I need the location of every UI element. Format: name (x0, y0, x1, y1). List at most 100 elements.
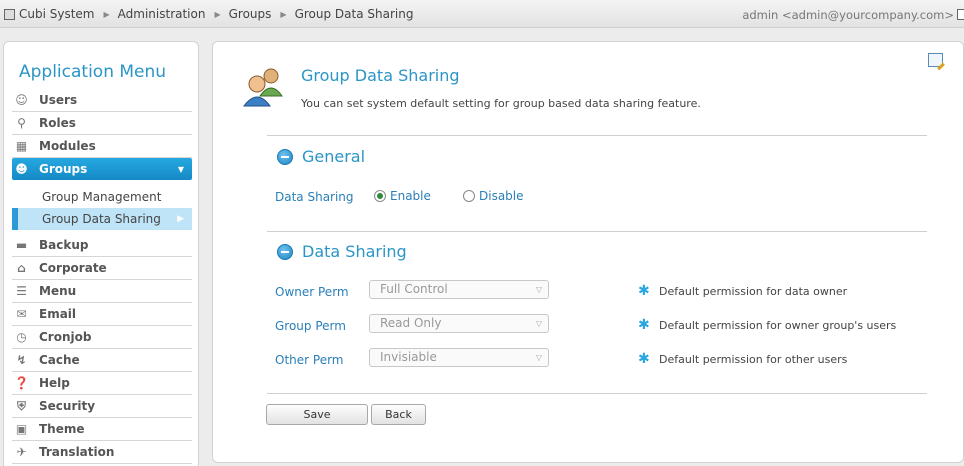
sidebar-item-label: Translation (39, 445, 115, 459)
breadcrumb-item[interactable]: Administration (118, 7, 206, 21)
key-icon: ⚲ (17, 116, 26, 130)
sidebar-item-label: Roles (39, 116, 76, 130)
radio-label: Enable (390, 189, 431, 203)
menu-icon: ☰ (16, 284, 27, 298)
divider (267, 393, 927, 394)
sidebar-item-label: Security (39, 399, 96, 413)
radio-checked-icon[interactable] (374, 190, 386, 202)
groups-icon: ☻ (15, 162, 28, 176)
group-perm-select[interactable]: Read Only ▽ (369, 314, 549, 333)
other-perm-label: Other Perm (275, 353, 344, 367)
sidebar-item-corporate[interactable]: ⌂ Corporate (12, 257, 192, 280)
chevron-down-icon: ▼ (177, 164, 184, 174)
backup-icon: ▬ (15, 238, 28, 252)
corporate-icon: ⌂ (17, 261, 26, 275)
sidebar-item-theme[interactable]: ▣ Theme (12, 418, 192, 441)
back-button[interactable]: Back (371, 404, 426, 425)
sidebar-item-menu[interactable]: ☰ Menu (12, 280, 192, 303)
sidebar-item-label: Email (39, 307, 77, 321)
sidebar-item-roles[interactable]: ⚲ Roles (12, 112, 192, 135)
chevron-right-icon: ▶ (280, 9, 287, 19)
group-perm-label: Group Perm (275, 319, 346, 333)
lightning-icon: ↯ (16, 353, 27, 367)
chevron-down-icon: ▽ (535, 353, 542, 362)
sidebar-subitem-label: Group Data Sharing (42, 212, 161, 226)
breadcrumb-item: Group Data Sharing (294, 7, 414, 21)
sidebar-subitem-label: Group Management (42, 190, 162, 204)
theme-icon: ▣ (15, 422, 28, 436)
collapse-icon[interactable] (277, 243, 293, 260)
collapse-icon[interactable] (277, 148, 293, 165)
select-value: Full Control (380, 282, 448, 296)
sidebar-item-users[interactable]: ☺ Users (12, 89, 192, 112)
chevron-down-icon: ▽ (535, 319, 542, 328)
sidebar-item-groups[interactable]: ☻ Groups ▼ (12, 158, 192, 180)
main-panel: Group Data Sharing You can set system de… (212, 41, 964, 463)
sidebar: Application Menu ☺ Users ⚲ Roles ▦ Modul… (3, 41, 199, 466)
other-perm-select[interactable]: Invisiable ▽ (369, 348, 549, 367)
breadcrumb-item[interactable]: Groups (229, 7, 272, 21)
page-description: You can set system default setting for g… (301, 97, 701, 110)
menu-title: Application Menu (19, 62, 167, 82)
owner-perm-select[interactable]: Full Control ▽ (369, 280, 549, 299)
owner-perm-label: Owner Perm (275, 285, 349, 299)
top-bar: Cubi System ▶ Administration ▶ Groups ▶ … (0, 0, 964, 28)
group-users-icon (243, 68, 283, 107)
sidebar-item-label: Modules (39, 139, 96, 153)
required-star-icon: ✱ (638, 317, 650, 333)
breadcrumb-item[interactable]: Cubi System (19, 7, 95, 21)
chevron-down-icon: ▽ (535, 285, 542, 294)
radio-label: Disable (479, 189, 524, 203)
section-general-header[interactable]: General (277, 147, 365, 166)
sidebar-item-label: Cronjob (39, 330, 92, 344)
group-perm-hint: Default permission for owner group's use… (659, 319, 897, 332)
owner-perm-hint: Default permission for data owner (659, 285, 848, 298)
sidebar-item-label: Theme (39, 422, 85, 436)
window-icon[interactable] (957, 9, 964, 20)
translation-icon: ✈ (16, 445, 27, 459)
enable-radio[interactable]: Enable (374, 189, 431, 203)
user-account[interactable]: admin <admin@yourcompany.com> (742, 8, 954, 22)
sidebar-item-email[interactable]: ✉ Email (12, 303, 192, 326)
sidebar-item-security[interactable]: ⛨ Security (12, 395, 192, 418)
sidebar-item-cache[interactable]: ↯ Cache (12, 349, 192, 372)
sidebar-item-backup[interactable]: ▬ Backup (12, 234, 192, 257)
disable-radio[interactable]: Disable (463, 189, 524, 203)
select-value: Read Only (380, 316, 442, 330)
divider (267, 135, 927, 136)
section-title: General (302, 147, 366, 166)
edit-icon[interactable] (928, 53, 943, 67)
required-star-icon: ✱ (638, 351, 650, 367)
sidebar-item-label: Corporate (39, 261, 107, 275)
chevron-right-icon: ▶ (214, 9, 221, 19)
sidebar-item-modules[interactable]: ▦ Modules (12, 135, 192, 158)
clock-icon: ◷ (16, 330, 27, 344)
sidebar-item-cronjob[interactable]: ◷ Cronjob (12, 326, 192, 349)
sidebar-item-label: Cache (39, 353, 80, 367)
sidebar-item-translation[interactable]: ✈ Translation (12, 441, 192, 464)
chevron-right-icon: ▶ (103, 9, 110, 19)
section-title: Data Sharing (302, 242, 407, 261)
select-value: Invisiable (380, 350, 437, 364)
breadcrumb: Cubi System ▶ Administration ▶ Groups ▶ … (4, 7, 413, 21)
sidebar-subitem-group-data-sharing[interactable]: Group Data Sharing ▶ (12, 208, 192, 230)
shield-icon: ⛨ (16, 398, 26, 413)
users-icon: ☺ (15, 93, 28, 107)
save-button[interactable]: Save (266, 404, 368, 425)
help-icon: ❓ (14, 376, 29, 390)
divider (267, 231, 927, 232)
section-data-sharing-header[interactable]: Data Sharing (277, 242, 407, 261)
page-title: Group Data Sharing (301, 66, 460, 85)
sidebar-item-label: Backup (39, 238, 89, 252)
email-icon: ✉ (16, 307, 27, 321)
sidebar-item-label: Users (39, 93, 78, 107)
sidebar-item-label: Menu (39, 284, 77, 298)
radio-unchecked-icon[interactable] (463, 190, 475, 202)
sidebar-item-help[interactable]: ❓ Help (12, 372, 192, 395)
chevron-right-icon: ▶ (177, 214, 184, 224)
sidebar-subitem-group-management[interactable]: Group Management (12, 186, 192, 208)
other-perm-hint: Default permission for other users (659, 353, 848, 366)
home-icon[interactable] (4, 8, 15, 20)
sidebar-item-label: Help (39, 376, 70, 390)
required-star-icon: ✱ (638, 283, 650, 299)
